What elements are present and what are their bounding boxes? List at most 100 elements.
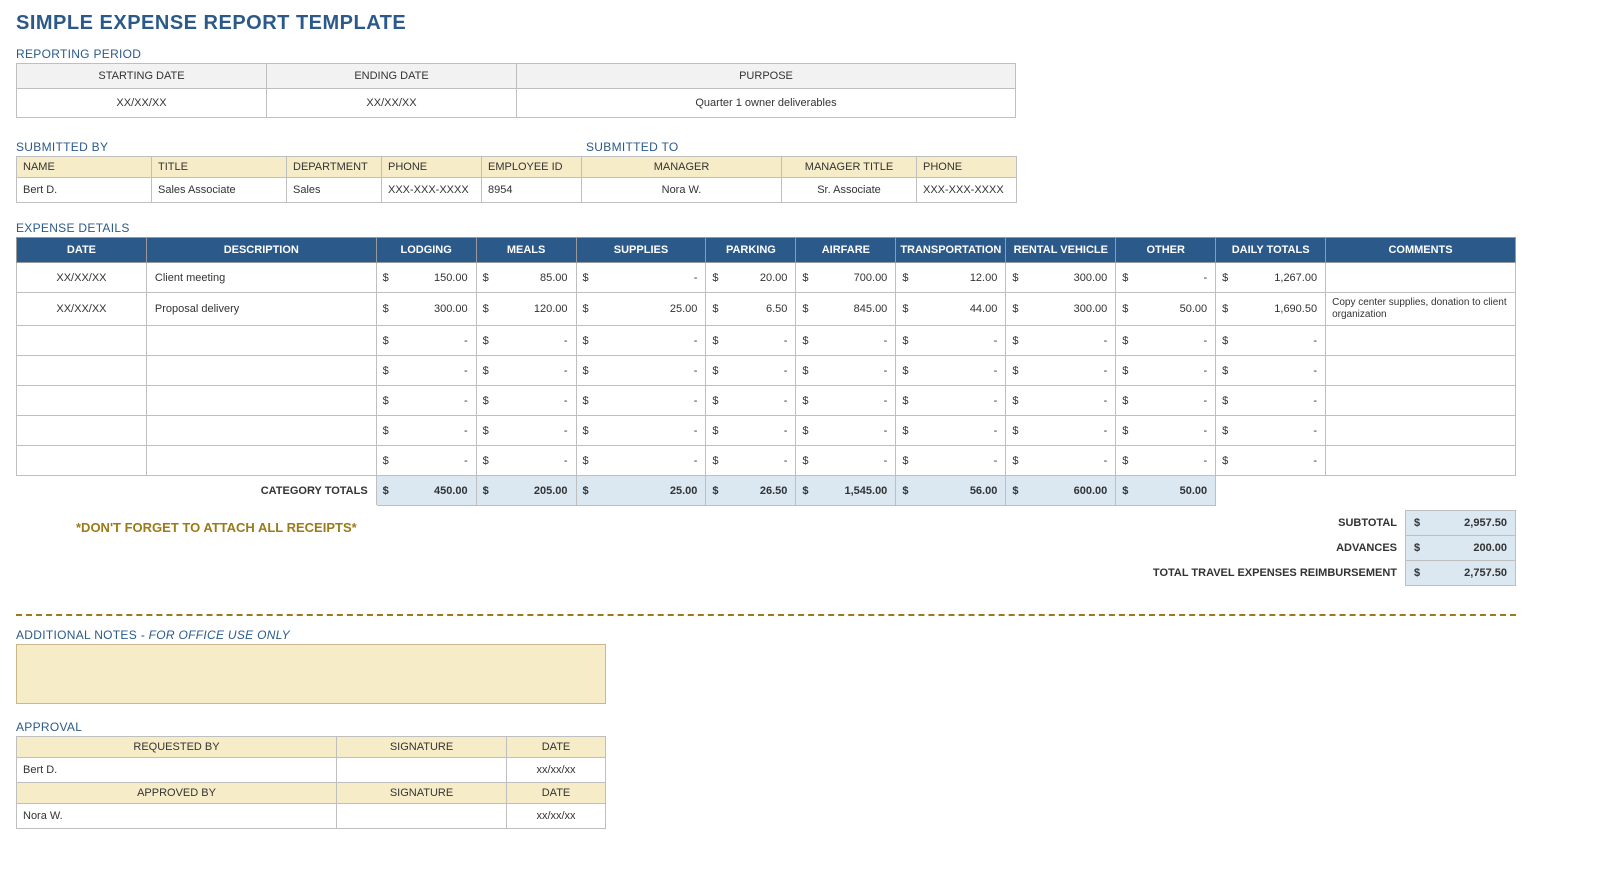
cell-amount[interactable]: $-: [376, 326, 476, 356]
val-department[interactable]: Sales: [287, 178, 382, 203]
val-manager-title[interactable]: Sr. Associate: [782, 178, 917, 203]
cell-amount[interactable]: $-: [576, 416, 706, 446]
cell-amount[interactable]: $-: [376, 416, 476, 446]
val-requested-by[interactable]: Bert D.: [17, 758, 337, 783]
cell-amount[interactable]: $150.00: [376, 263, 476, 293]
cell-amount[interactable]: $-: [1116, 446, 1216, 476]
val-approved-by[interactable]: Nora W.: [17, 804, 337, 829]
cell-amount[interactable]: $-: [1116, 356, 1216, 386]
cell-description[interactable]: [146, 446, 376, 476]
cell-amount[interactable]: $300.00: [1006, 263, 1116, 293]
cell-amount[interactable]: $44.00: [896, 293, 1006, 326]
cell-amount[interactable]: $-: [706, 356, 796, 386]
cell-description[interactable]: Proposal delivery: [146, 293, 376, 326]
val-employee-id[interactable]: 8954: [482, 178, 582, 203]
val-name[interactable]: Bert D.: [17, 178, 152, 203]
val-signature-2[interactable]: [337, 804, 507, 829]
cell-amount[interactable]: $-: [706, 446, 796, 476]
cell-amount[interactable]: $-: [796, 386, 896, 416]
cell-amount[interactable]: $-: [796, 416, 896, 446]
cell-amount[interactable]: $-: [896, 326, 1006, 356]
cell-amount[interactable]: $-: [476, 326, 576, 356]
cell-amount[interactable]: $20.00: [706, 263, 796, 293]
notes-box[interactable]: [16, 644, 606, 704]
cell-amount[interactable]: $-: [576, 446, 706, 476]
cell-amount[interactable]: $-: [896, 416, 1006, 446]
cell-comment[interactable]: Copy center supplies, donation to client…: [1326, 293, 1516, 326]
cell-amount[interactable]: $-: [896, 446, 1006, 476]
cell-amount[interactable]: $50.00: [1116, 293, 1216, 326]
cell-comment[interactable]: [1326, 386, 1516, 416]
cell-amount[interactable]: $-: [1116, 386, 1216, 416]
cell-amount[interactable]: $-: [796, 326, 896, 356]
cell-amount[interactable]: $12.00: [896, 263, 1006, 293]
cell-amount[interactable]: $-: [706, 386, 796, 416]
cell-amount[interactable]: $-: [376, 356, 476, 386]
cell-amount[interactable]: $700.00: [796, 263, 896, 293]
cell-comment[interactable]: [1326, 356, 1516, 386]
cell-amount[interactable]: $-: [706, 416, 796, 446]
cell-amount[interactable]: $-: [1006, 356, 1116, 386]
cell-amount[interactable]: $-: [1006, 326, 1116, 356]
col-manager-title: MANAGER TITLE: [782, 157, 917, 178]
cell-comment[interactable]: [1326, 416, 1516, 446]
cell-amount[interactable]: $-: [576, 356, 706, 386]
cell-amount[interactable]: $-: [376, 386, 476, 416]
cell-amount[interactable]: $300.00: [1006, 293, 1116, 326]
cell-date[interactable]: [17, 326, 147, 356]
cell-amount[interactable]: $-: [1116, 416, 1216, 446]
cell-amount[interactable]: $-: [476, 356, 576, 386]
cell-comment[interactable]: [1326, 326, 1516, 356]
cell-amount[interactable]: $300.00: [376, 293, 476, 326]
cell-amount[interactable]: $-: [1006, 386, 1116, 416]
cell-description[interactable]: Client meeting: [146, 263, 376, 293]
cell-date[interactable]: XX/XX/XX: [17, 293, 147, 326]
cell-amount[interactable]: $25.00: [576, 293, 706, 326]
cell-amount[interactable]: $85.00: [476, 263, 576, 293]
cell-amount[interactable]: $-: [896, 386, 1006, 416]
cell-amount[interactable]: $-: [376, 446, 476, 476]
val-manager[interactable]: Nora W.: [582, 178, 782, 203]
cell-date[interactable]: [17, 386, 147, 416]
blank-cell: [1216, 476, 1326, 506]
cell-amount[interactable]: $6.50: [706, 293, 796, 326]
cell-description[interactable]: [146, 356, 376, 386]
val-date-1[interactable]: xx/xx/xx: [507, 758, 606, 783]
cell-amount[interactable]: $-: [1006, 416, 1116, 446]
cell-amount[interactable]: $-: [796, 356, 896, 386]
cell-comment[interactable]: [1326, 446, 1516, 476]
advances-value[interactable]: $200.00: [1406, 536, 1516, 561]
cell-description[interactable]: [146, 386, 376, 416]
val-starting-date[interactable]: XX/XX/XX: [17, 89, 267, 118]
cell-amount[interactable]: $-: [796, 446, 896, 476]
cell-description[interactable]: [146, 326, 376, 356]
cell-comment[interactable]: [1326, 263, 1516, 293]
cell-amount[interactable]: $-: [1006, 446, 1116, 476]
cell-amount[interactable]: $-: [476, 416, 576, 446]
cell-amount[interactable]: $-: [576, 263, 706, 293]
val-phone[interactable]: XXX-XXX-XXXX: [382, 178, 482, 203]
val-title[interactable]: Sales Associate: [152, 178, 287, 203]
cell-amount[interactable]: $120.00: [476, 293, 576, 326]
cell-amount[interactable]: $845.00: [796, 293, 896, 326]
cell-amount[interactable]: $-: [1116, 326, 1216, 356]
cell-amount[interactable]: $-: [706, 326, 796, 356]
category-totals-label: CATEGORY TOTALS: [17, 476, 377, 506]
cell-description[interactable]: [146, 416, 376, 446]
val-date-2[interactable]: xx/xx/xx: [507, 804, 606, 829]
cell-amount[interactable]: $-: [1116, 263, 1216, 293]
val-manager-phone[interactable]: XXX-XXX-XXXX: [917, 178, 1017, 203]
cell-date[interactable]: [17, 446, 147, 476]
cell-amount[interactable]: $-: [896, 356, 1006, 386]
val-ending-date[interactable]: XX/XX/XX: [267, 89, 517, 118]
cell-amount[interactable]: $-: [576, 386, 706, 416]
cell-amount[interactable]: $-: [576, 326, 706, 356]
val-signature-1[interactable]: [337, 758, 507, 783]
col-department: DEPARTMENT: [287, 157, 382, 178]
cell-date[interactable]: [17, 356, 147, 386]
cell-date[interactable]: [17, 416, 147, 446]
cell-date[interactable]: XX/XX/XX: [17, 263, 147, 293]
cell-amount[interactable]: $-: [476, 386, 576, 416]
cell-amount[interactable]: $-: [476, 446, 576, 476]
val-purpose[interactable]: Quarter 1 owner deliverables: [517, 89, 1016, 118]
